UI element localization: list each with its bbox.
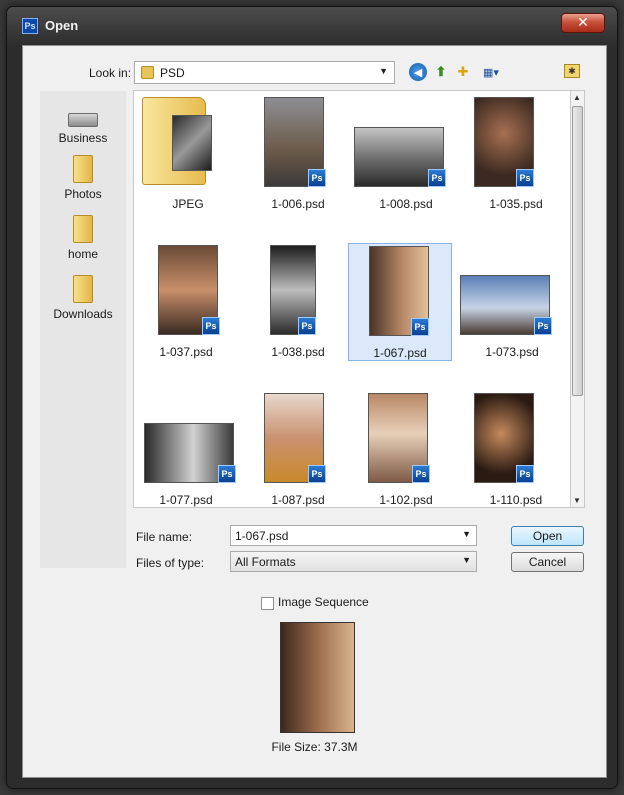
file-label: 1-110.psd bbox=[489, 493, 543, 507]
file-name-value: 1-067.psd bbox=[235, 529, 289, 543]
photoshop-file-icon: Ps bbox=[412, 465, 430, 483]
file-item[interactable]: Ps 1-038.psd bbox=[246, 245, 350, 363]
place-label: Photos bbox=[64, 187, 102, 201]
chevron-down-icon: ▼ bbox=[379, 66, 388, 76]
files-of-type-dropdown[interactable]: All Formats ▼ bbox=[230, 551, 477, 572]
photoshop-file-icon: Ps bbox=[411, 318, 429, 336]
file-label: 1-008.psd bbox=[379, 197, 433, 211]
title-bar[interactable]: Ps Open ✕ bbox=[7, 7, 617, 37]
place-label: Downloads bbox=[53, 307, 113, 321]
folder-icon bbox=[73, 215, 93, 243]
photoshop-file-icon: Ps bbox=[516, 169, 534, 187]
back-icon[interactable]: ◀ bbox=[409, 63, 427, 81]
photoshop-file-icon: Ps bbox=[218, 465, 236, 483]
scroll-down-icon[interactable]: ▼ bbox=[573, 496, 581, 505]
file-item[interactable]: Ps 1-102.psd bbox=[354, 393, 458, 507]
file-item[interactable]: Ps 1-008.psd bbox=[354, 97, 458, 215]
chevron-down-icon: ▼ bbox=[462, 555, 471, 565]
folder-icon bbox=[73, 155, 93, 183]
new-folder-icon[interactable]: ✚ bbox=[454, 63, 472, 81]
folder-icon bbox=[73, 275, 93, 303]
photoshop-app-icon: Ps bbox=[22, 18, 38, 34]
photoshop-file-icon: Ps bbox=[298, 317, 316, 335]
cancel-button[interactable]: Cancel bbox=[511, 552, 584, 572]
dialog-title: Open bbox=[45, 18, 79, 33]
up-folder-icon[interactable]: ⬆ bbox=[432, 63, 450, 81]
file-name-label: File name: bbox=[136, 530, 193, 544]
dialog-body: Look in: PSD ▼ ◀ ⬆ ✚ ▦▾ ✱ Business Photo… bbox=[22, 45, 607, 778]
file-label: JPEG bbox=[172, 197, 204, 211]
file-item-selected[interactable]: Ps 1-067.psd bbox=[348, 243, 452, 361]
files-of-type-label: Files of type: bbox=[136, 556, 205, 570]
preview-image bbox=[280, 622, 355, 733]
open-button[interactable]: Open bbox=[511, 526, 584, 546]
folder-icon bbox=[141, 66, 154, 79]
file-item[interactable]: Ps 1-006.psd bbox=[246, 97, 350, 215]
folder-preview-thumbnail bbox=[172, 115, 212, 171]
vertical-scrollbar[interactable]: ▲ ▼ bbox=[570, 90, 585, 508]
file-label: 1-067.psd bbox=[373, 346, 427, 360]
favorites-icon[interactable]: ✱ bbox=[564, 64, 580, 78]
place-home[interactable]: home bbox=[40, 215, 126, 261]
place-downloads[interactable]: Downloads bbox=[40, 275, 126, 321]
photoshop-file-icon: Ps bbox=[428, 169, 446, 187]
image-sequence-label[interactable]: Image Sequence bbox=[278, 595, 369, 609]
chevron-down-icon[interactable]: ▼ bbox=[462, 529, 471, 539]
file-list[interactable]: JPEG Ps 1-006.psd Ps 1-008.psd Ps 1-035.… bbox=[133, 90, 571, 508]
photoshop-file-icon: Ps bbox=[308, 465, 326, 483]
place-label: home bbox=[67, 247, 99, 261]
photoshop-file-icon: Ps bbox=[516, 465, 534, 483]
scroll-up-icon[interactable]: ▲ bbox=[573, 93, 581, 102]
image-sequence-checkbox[interactable] bbox=[261, 597, 274, 610]
photoshop-file-icon: Ps bbox=[202, 317, 220, 335]
files-of-type-value: All Formats bbox=[235, 555, 296, 569]
drive-icon bbox=[68, 113, 98, 127]
file-item[interactable]: Ps 1-087.psd bbox=[246, 393, 350, 507]
file-item[interactable]: Ps 1-110.psd bbox=[464, 393, 568, 507]
file-label: 1-035.psd bbox=[489, 197, 543, 211]
file-label: 1-077.psd bbox=[159, 493, 213, 507]
photoshop-file-icon: Ps bbox=[308, 169, 326, 187]
places-bar: Business Photos home Downloads bbox=[40, 91, 126, 568]
place-photos[interactable]: Photos bbox=[40, 155, 126, 201]
photoshop-file-icon: Ps bbox=[534, 317, 552, 335]
close-button[interactable]: ✕ bbox=[561, 13, 605, 33]
file-item[interactable]: Ps 1-077.psd bbox=[134, 393, 238, 507]
file-label: 1-037.psd bbox=[159, 345, 213, 359]
look-in-label: Look in: bbox=[89, 66, 132, 80]
file-label: 1-087.psd bbox=[271, 493, 325, 507]
file-label: 1-038.psd bbox=[271, 345, 325, 359]
dialog-window: Ps Open ✕ Look in: PSD ▼ ◀ ⬆ ✚ ▦▾ ✱ Busi… bbox=[6, 6, 618, 789]
look-in-dropdown[interactable]: PSD ▼ bbox=[134, 61, 395, 84]
file-label: 1-006.psd bbox=[271, 197, 325, 211]
file-name-input[interactable]: 1-067.psd ▼ bbox=[230, 525, 477, 546]
look-in-value: PSD bbox=[160, 66, 185, 80]
view-menu-icon[interactable]: ▦▾ bbox=[479, 63, 503, 81]
file-item-jpeg-folder[interactable]: JPEG bbox=[136, 97, 240, 215]
file-size-text: File Size: 37.3M bbox=[271, 740, 358, 754]
file-item[interactable]: Ps 1-037.psd bbox=[134, 245, 238, 363]
file-label: 1-073.psd bbox=[485, 345, 539, 359]
file-label: 1-102.psd bbox=[379, 493, 433, 507]
place-label: Business bbox=[58, 131, 108, 145]
file-item[interactable]: Ps 1-035.psd bbox=[464, 97, 568, 215]
scrollbar-thumb[interactable] bbox=[572, 106, 583, 396]
file-item[interactable]: Ps 1-073.psd bbox=[460, 245, 564, 363]
place-business[interactable]: Business bbox=[40, 99, 126, 145]
